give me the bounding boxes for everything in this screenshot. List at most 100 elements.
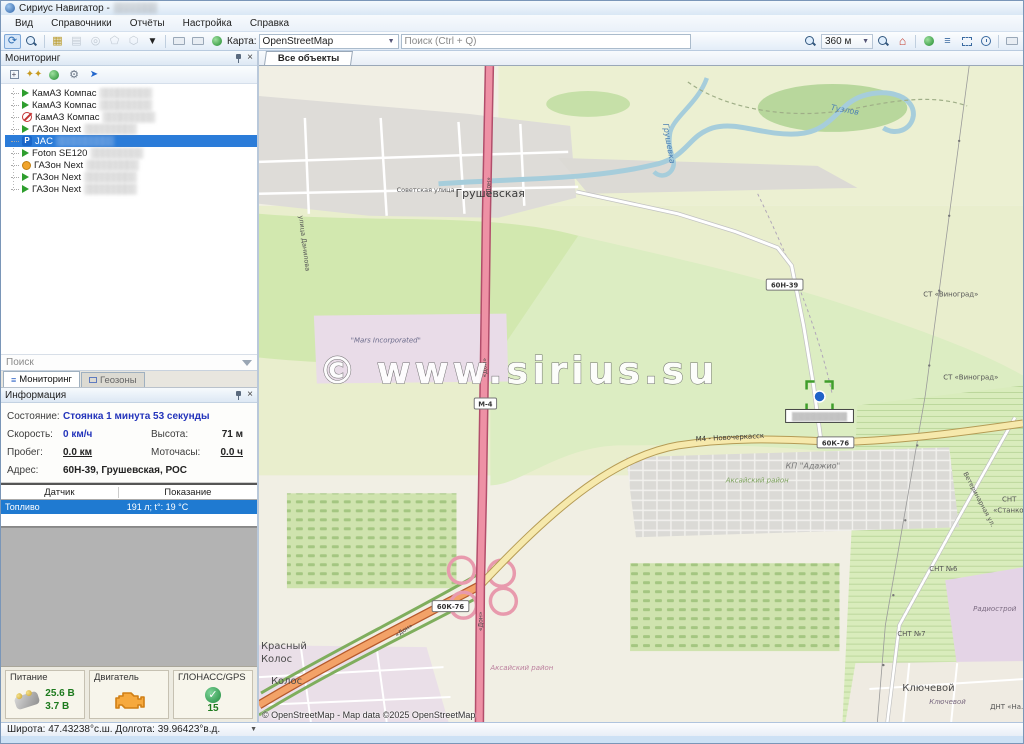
vehicle-row[interactable]: ГАЗон Next▒▒▒▒▒▒▒▒▒ <box>5 171 257 183</box>
zoom-in-button[interactable] <box>802 34 819 49</box>
value-col-header: Показание <box>119 487 257 498</box>
monitor-icon <box>192 37 204 45</box>
road-shield: 60Н-39 <box>766 279 803 290</box>
state-value: Стоянка 1 минута 53 секунды <box>63 411 251 422</box>
state-label: Состояние: <box>7 411 63 422</box>
home-button[interactable]: ⌂ <box>894 34 911 49</box>
track-button[interactable]: ▼ <box>144 34 161 49</box>
zoom-out-button[interactable] <box>875 34 892 49</box>
menu-item[interactable]: Справка <box>242 17 297 30</box>
zoom-scale-select[interactable]: 360 м ▼ <box>821 34 873 49</box>
map-label: "Mars Incorporated" <box>351 337 421 345</box>
menu-item[interactable]: Справочники <box>43 17 120 30</box>
address-label: Адрес: <box>7 465 63 476</box>
vehicle-row[interactable]: ГАЗон Next▒▒▒▒▒▒▒▒▒ <box>5 159 257 171</box>
vehicle-row[interactable]: ГАЗон Next▒▒▒▒▒▒▒▒▒ <box>5 123 257 135</box>
map-view[interactable]: ▒▒▒▒▒▒▒▒▒ ГрушевскаяСоветская улицаулица… <box>259 66 1023 722</box>
vehicle-name: КамАЗ Компас <box>32 88 96 99</box>
circle-geozone-button[interactable]: ◎ <box>87 34 104 49</box>
map-label: Колос <box>271 676 302 687</box>
road-shield: М-4 <box>474 398 496 409</box>
map-label: «Дон» <box>485 177 492 197</box>
battery-icon <box>14 690 41 710</box>
online-button[interactable] <box>208 34 225 49</box>
refresh-button[interactable]: ⟳ <box>4 34 21 49</box>
map-label: СНТ №6 <box>929 565 957 573</box>
window-title-redacted: ▒▒▒▒▒▒▒ <box>114 3 157 14</box>
world-button[interactable] <box>920 34 937 49</box>
coordinates-readout: Широта: 47.43238°с.ш. Долгота: 39.96423°… <box>7 724 220 735</box>
panel-filler <box>1 527 257 666</box>
map-label: Советская улица <box>397 186 455 194</box>
map-tab-all-objects[interactable]: Все объекты <box>264 51 353 65</box>
menu-item[interactable]: Настройка <box>175 17 240 30</box>
vehicle-row[interactable]: Foton SE120▒▒▒▒▒▒▒▒▒ <box>5 147 257 159</box>
zoom-out-icon <box>878 36 889 47</box>
vehicle-plate-redacted: ▒▒▒▒▒▒▒▒▒ <box>84 124 136 135</box>
vehicle-row[interactable]: КамАЗ Компас▒▒▒▒▒▒▒▒▒ <box>5 87 257 99</box>
vehicle-plate-redacted: ▒▒▒▒▒▒▒▒▒ <box>84 184 136 195</box>
list-icon: ≡ <box>11 375 16 385</box>
vehicle-status-icon <box>22 89 29 97</box>
map-select-label: Карта: <box>227 36 257 47</box>
map-label: Радиострой <box>973 605 1017 613</box>
map-provider-select[interactable]: OpenStreetMap ▼ <box>259 34 399 49</box>
map-tab-bar: Все объекты <box>259 51 1023 66</box>
close-icon[interactable]: × <box>247 53 253 63</box>
sensor-name: Топливо <box>1 502 119 512</box>
route-geozone-button[interactable]: ⬡ <box>125 34 142 49</box>
toolbar-separator <box>165 35 166 48</box>
polygon-geozone-button[interactable]: ⬠ <box>106 34 123 49</box>
vehicle-row[interactable]: JAC▒▒▒▒▒▒▒▒▒▒ <box>5 135 257 147</box>
vehicle-row[interactable]: КамАЗ Компас▒▒▒▒▒▒▒▒▒ <box>5 99 257 111</box>
settings-button[interactable]: ⚙ <box>66 68 82 82</box>
keys-icon: ✦✦ <box>26 69 43 80</box>
selection-button[interactable] <box>958 34 975 49</box>
window-title: Сириус Навигатор - <box>19 3 110 14</box>
menu-item[interactable]: Отчёты <box>122 17 173 30</box>
map-snapshot-button[interactable]: ▦ <box>49 34 66 49</box>
folder-button[interactable]: ▤ <box>68 34 85 49</box>
chevron-down-icon[interactable]: ▼ <box>250 726 257 733</box>
mileage-value[interactable]: 0.0 км <box>63 447 151 458</box>
find-vehicle-button[interactable]: ✦✦ <box>26 68 42 82</box>
vehicle-row[interactable]: КамАЗ Компас▒▒▒▒▒▒▒▒▒ <box>5 111 257 123</box>
show-on-map-button[interactable] <box>46 68 62 82</box>
globe-icon <box>212 36 222 46</box>
map-canvas[interactable]: ▒▒▒▒▒▒▒▒▒ ГрушевскаяСоветская улицаулица… <box>259 66 1023 722</box>
globe-icon <box>49 70 59 80</box>
sensor-row[interactable]: Топливо191 л; t°: 19 °C <box>1 500 257 514</box>
tab-monitoring[interactable]: ≡Мониторинг <box>3 371 80 387</box>
tab-geozones[interactable]: Геозоны <box>81 372 145 387</box>
screen1-button[interactable] <box>170 34 187 49</box>
hours-value[interactable]: 0.0 ч <box>205 447 251 458</box>
screen2-button[interactable] <box>189 34 206 49</box>
vehicle-status-icon <box>22 136 32 146</box>
svg-text:60К-76: 60К-76 <box>437 603 464 611</box>
tree-toolbar: + ✦✦ ⚙ ➤ <box>1 66 257 84</box>
tree-search-input[interactable]: Поиск <box>1 354 257 371</box>
titlebar: Сириус Навигатор - ▒▒▒▒▒▒▒ <box>1 1 1023 15</box>
pin-icon[interactable] <box>234 53 243 63</box>
menu-item[interactable]: Вид <box>7 17 41 30</box>
legend-button[interactable]: ≡ <box>939 34 956 49</box>
sensor-table: Датчик Показание Топливо191 л; t°: 19 °C <box>1 483 257 527</box>
filter-icon[interactable] <box>242 360 252 366</box>
route-button[interactable]: ➤ <box>86 68 102 82</box>
map-label: КП "Адажио" <box>786 461 841 470</box>
history-button[interactable] <box>977 34 994 49</box>
pin-icon[interactable] <box>234 390 243 400</box>
monitoring-panel-header: Мониторинг × <box>1 51 257 66</box>
monitor-icon <box>173 37 185 45</box>
expand-all-button[interactable]: + <box>6 68 22 82</box>
close-icon[interactable]: × <box>247 390 253 400</box>
home-icon: ⌂ <box>899 35 906 47</box>
map-label: «Дон» <box>477 611 484 631</box>
minimap-button[interactable] <box>1003 34 1020 49</box>
global-search-input[interactable]: Поиск (Ctrl + Q) <box>401 34 691 49</box>
map-label: СНТ <box>1002 495 1017 503</box>
zoom-scale-value: 360 м <box>825 36 851 47</box>
vehicle-row[interactable]: ГАЗон Next▒▒▒▒▒▒▒▒▒ <box>5 183 257 195</box>
power-gauge-title: Питание <box>10 672 80 683</box>
search-object-button[interactable] <box>23 34 40 49</box>
